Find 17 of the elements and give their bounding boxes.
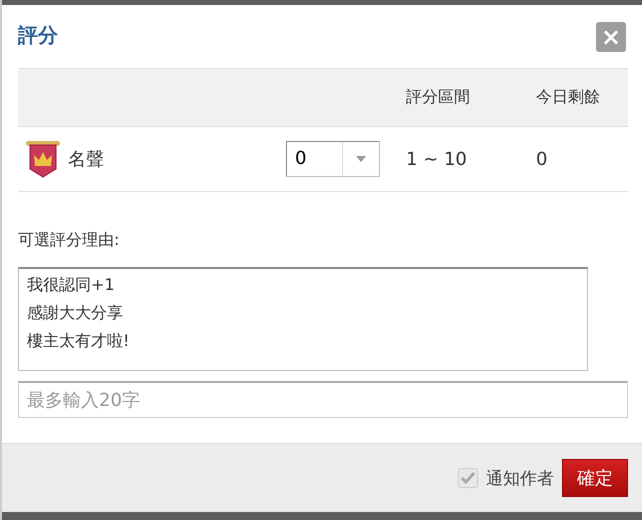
score-dropdown[interactable]: 0 xyxy=(286,141,380,177)
caret-icon xyxy=(356,156,366,162)
dialog-title: 評分 xyxy=(18,22,58,49)
column-header: 今日剩餘 xyxy=(535,87,601,108)
reason-option[interactable]: 樓主太有才啦! xyxy=(27,327,579,355)
crown-banner-icon xyxy=(24,139,62,179)
range-text: 1 ~ 10 xyxy=(406,148,468,170)
remaining-count: 0 xyxy=(535,148,548,170)
reasons-listbox[interactable]: 我很認同+1 感謝大大分享 樓主太有才啦! xyxy=(18,267,588,371)
notify-label: 通知作者 xyxy=(486,468,554,490)
comment-field[interactable]: 最多輸入20字 xyxy=(18,381,628,418)
confirm-button[interactable]: 確定 xyxy=(562,459,628,497)
reason-option[interactable]: 感謝大大分享 xyxy=(27,299,579,327)
reasons-label: 可選評分理由: xyxy=(18,230,120,251)
column-header: 評分區間 xyxy=(406,87,471,108)
rating-name: 名聲 xyxy=(68,148,104,171)
reason-option[interactable]: 我很認同+1 xyxy=(27,271,579,299)
